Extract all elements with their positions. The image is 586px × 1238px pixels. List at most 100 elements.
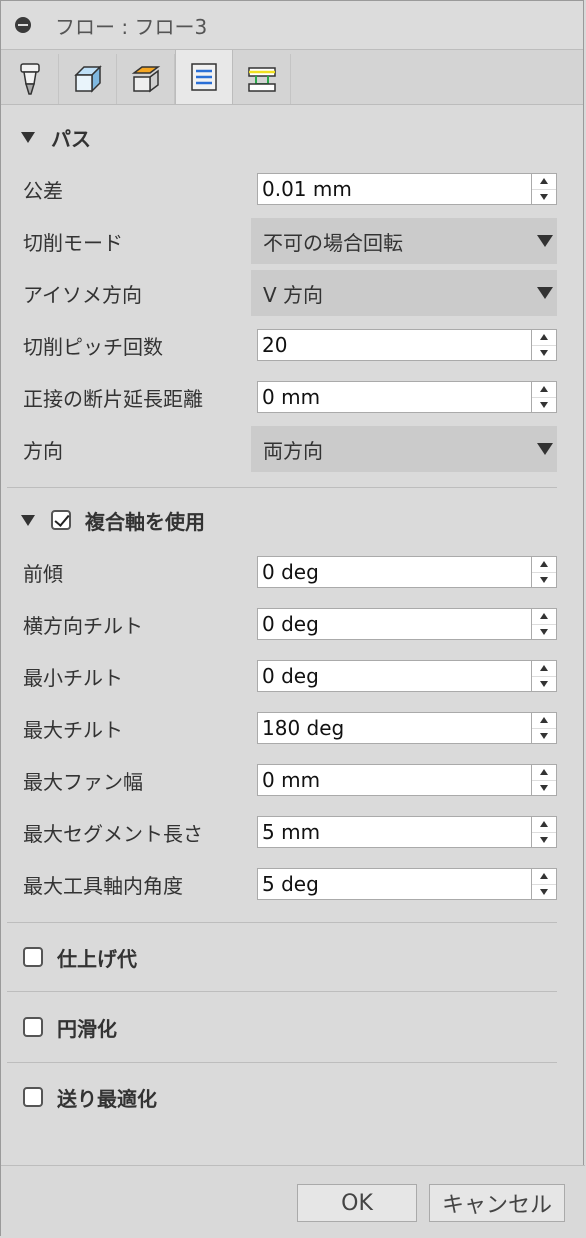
max-tool-axis-angle-spinner[interactable] [531,868,557,900]
tolerance-input[interactable]: 0.01 mm [257,173,531,205]
stock-to-leave-section[interactable]: 仕上げ代 [1,923,583,991]
dialog-title: フロー : フロー3 [55,14,208,39]
stepover-count-input[interactable]: 20 [257,329,531,361]
section-divider [7,487,557,488]
title-bar: フロー : フロー3 [1,1,583,50]
max-tilt-spinner[interactable] [531,712,557,744]
spin-down-icon[interactable] [532,190,556,205]
spin-down-icon[interactable] [532,885,556,900]
spin-up-icon[interactable] [532,609,556,625]
max-segment-input[interactable]: 5 mm [257,816,531,848]
dropdown-arrow-icon [537,443,553,455]
tangential-extension-label: 正接の断片延長距離 [23,386,203,411]
isometric-direction-select[interactable]: V 方向 [251,270,557,316]
direction-row: 方向 両方向 [1,423,583,475]
lateral-tilt-field[interactable]: 0 deg [257,608,557,640]
max-segment-spinner[interactable] [531,816,557,848]
min-tilt-input[interactable]: 0 deg [257,660,531,692]
spin-down-icon[interactable] [532,677,556,692]
tool-icon [19,63,40,95]
cutting-mode-select[interactable]: 不可の場合回転 [251,218,557,264]
cutting-mode-row: 切削モード 不可の場合回転 [1,215,583,267]
max-fan-row: 最大ファン幅 0 mm [1,754,583,806]
tab-tool[interactable] [1,54,59,104]
flow-dialog: フロー : フロー3 パス 公差 0.01 mm 切削モード 不可の場合回転 ア… [0,0,585,1238]
tab-linking[interactable] [233,54,291,104]
min-tilt-spinner[interactable] [531,660,557,692]
max-tool-axis-angle-input[interactable]: 5 deg [257,868,531,900]
spin-up-icon[interactable] [532,174,556,190]
direction-select[interactable]: 両方向 [251,426,557,472]
feed-optimization-checkbox[interactable] [23,1087,43,1107]
stepover-count-spinner[interactable] [531,329,557,361]
spin-up-icon[interactable] [532,869,556,885]
spin-up-icon[interactable] [532,713,556,729]
spin-up-icon[interactable] [532,817,556,833]
spin-down-icon[interactable] [532,781,556,796]
collapse-triangle-icon[interactable] [21,131,35,143]
spin-down-icon[interactable] [532,398,556,413]
tolerance-spinner[interactable] [531,173,557,205]
smoothing-checkbox[interactable] [23,1017,43,1037]
tangential-extension-input[interactable]: 0 mm [257,381,531,413]
tangential-extension-field[interactable]: 0 mm [257,381,557,413]
lateral-tilt-input[interactable]: 0 deg [257,608,531,640]
spin-down-icon[interactable] [532,625,556,640]
cutting-mode-label: 切削モード [23,230,123,255]
smoothing-label: 円滑化 [57,1016,117,1041]
spin-down-icon[interactable] [532,346,556,361]
max-fan-field[interactable]: 0 mm [257,764,557,796]
dropdown-arrow-icon [537,287,553,299]
max-tool-axis-angle-field[interactable]: 5 deg [257,868,557,900]
stepover-count-label: 切削ピッチ回数 [23,334,163,359]
lead-angle-field[interactable]: 0 deg [257,556,557,588]
cutting-mode-value: 不可の場合回転 [263,230,403,255]
max-tilt-input[interactable]: 180 deg [257,712,531,744]
tangential-extension-spinner[interactable] [531,381,557,413]
ok-button[interactable]: OK [297,1184,417,1222]
min-tilt-row: 最小チルト 0 deg [1,650,583,702]
collapse-icon[interactable] [15,17,31,33]
spin-up-icon[interactable] [532,330,556,346]
tab-geometry[interactable] [59,54,117,104]
isometric-direction-row: アイソメ方向 V 方向 [1,267,583,319]
lead-angle-spinner[interactable] [531,556,557,588]
direction-label: 方向 [23,438,63,463]
multi-axis-checkbox[interactable] [51,510,71,530]
spin-up-icon[interactable] [532,382,556,398]
stepover-count-field[interactable]: 20 [257,329,557,361]
geometry-icon [73,65,102,93]
passes-icon [191,63,217,91]
tab-heights[interactable] [117,54,175,104]
passes-section-header[interactable]: パス [1,111,583,163]
collapse-triangle-icon[interactable] [21,514,35,526]
max-segment-field[interactable]: 5 mm [257,816,557,848]
max-tool-axis-angle-label: 最大工具軸内角度 [23,873,183,898]
min-tilt-field[interactable]: 0 deg [257,660,557,692]
lead-angle-input[interactable]: 0 deg [257,556,531,588]
min-tilt-label: 最小チルト [23,665,123,690]
spin-up-icon[interactable] [532,661,556,677]
spin-down-icon[interactable] [532,729,556,744]
max-tilt-field[interactable]: 180 deg [257,712,557,744]
spin-up-icon[interactable] [532,557,556,573]
stepover-count-row: 切削ピッチ回数 20 [1,319,583,371]
max-tilt-row: 最大チルト 180 deg [1,702,583,754]
max-segment-label: 最大セグメント長さ [23,821,203,846]
stock-to-leave-checkbox[interactable] [23,947,43,967]
feed-optimization-section[interactable]: 送り最適化 [1,1063,583,1131]
spin-down-icon[interactable] [532,573,556,588]
cancel-button[interactable]: キャンセル [429,1184,565,1222]
tolerance-field[interactable]: 0.01 mm [257,173,557,205]
max-fan-input[interactable]: 0 mm [257,764,531,796]
lateral-tilt-spinner[interactable] [531,608,557,640]
max-fan-spinner[interactable] [531,764,557,796]
spin-down-icon[interactable] [532,833,556,848]
feed-optimization-label: 送り最適化 [57,1086,157,1111]
max-tilt-label: 最大チルト [23,717,123,742]
smoothing-section[interactable]: 円滑化 [1,992,583,1062]
multi-axis-section-header[interactable]: 複合軸を使用 [1,494,583,546]
spin-up-icon[interactable] [532,765,556,781]
tab-passes[interactable] [175,50,233,104]
lead-angle-row: 前傾 0 deg [1,546,583,598]
